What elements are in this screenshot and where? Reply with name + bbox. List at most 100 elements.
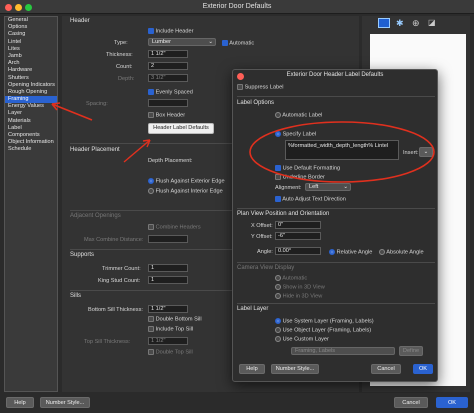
sidebar-item-jamb[interactable]: Jamb	[5, 53, 57, 60]
top-sill-label: Top Sill Thickness:	[84, 339, 131, 345]
sidebar-item-lites[interactable]: Lites	[5, 46, 57, 53]
dialog-cancel-button[interactable]: Cancel	[371, 364, 401, 374]
automatic-checkbox[interactable]: Automatic	[222, 40, 254, 46]
divider	[237, 208, 435, 209]
evenly-spaced-checkbox[interactable]: Evenly Spaced	[148, 89, 193, 95]
number-style-button[interactable]: Number Style...	[40, 397, 90, 408]
top-sill-field[interactable]: 1 1/2"	[148, 337, 188, 345]
camera-show-radio[interactable]: Show in 3D View	[275, 284, 325, 290]
sidebar-item-energy-values[interactable]: Energy Values	[5, 103, 57, 110]
footer-bar: Help Number Style... Cancel OK	[0, 393, 474, 413]
dialog-ok-button[interactable]: OK	[413, 364, 433, 374]
header-label-defaults-dialog: Exterior Door Header Label Defaults Supp…	[232, 69, 438, 382]
count-field[interactable]: 2	[148, 62, 188, 70]
define-layer-button[interactable]: Define	[399, 346, 423, 356]
sidebar-item-lintel[interactable]: Lintel	[5, 39, 57, 46]
use-system-layer-radio[interactable]: Use System Layer (Framing, Labels)	[275, 318, 374, 324]
double-bottom-sill-checkbox[interactable]: Double Bottom Sill	[148, 316, 202, 322]
insert-macro-button[interactable]: ⌄	[419, 147, 433, 157]
specify-label-radio[interactable]: Specify Label	[275, 131, 316, 137]
x-offset-field[interactable]: 0"	[275, 221, 321, 229]
bottom-sill-field[interactable]: 1 1/2"	[148, 305, 188, 313]
sidebar-item-rough-opening[interactable]: Rough Opening	[5, 89, 57, 96]
king-stud-label: King Stud Count:	[98, 278, 141, 284]
use-object-layer-radio[interactable]: Use Object Layer (Framing, Labels)	[275, 327, 371, 333]
double-top-sill-checkbox[interactable]: Double Top Sill	[148, 349, 193, 355]
view-plan-icon[interactable]	[378, 18, 390, 28]
layer-select[interactable]: Framing, Labels	[291, 347, 395, 355]
sidebar-item-materials[interactable]: Materials	[5, 118, 57, 125]
adjacent-openings-title: Adjacent Openings	[70, 213, 121, 219]
flush-interior-radio[interactable]: Flush Against Interior Edge	[148, 188, 223, 194]
use-default-formatting-checkbox[interactable]: Use Default Formatting	[275, 165, 340, 171]
sidebar-item-shutters[interactable]: Shutters	[5, 75, 57, 82]
sidebar-item-schedule[interactable]: Schedule	[5, 146, 57, 153]
depth-field[interactable]: 3 1/2"	[148, 74, 188, 82]
flush-exterior-radio[interactable]: Flush Against Exterior Edge	[148, 178, 225, 184]
ok-button[interactable]: OK	[436, 397, 468, 408]
header-label-defaults-button[interactable]: Header Label Defaults	[148, 123, 214, 134]
sidebar-item-opening-indicators[interactable]: Opening Indicators	[5, 82, 57, 89]
sills-title: Sills	[70, 293, 82, 299]
plan-view-title: Plan View Position and Orientation	[237, 211, 330, 217]
max-combine-field[interactable]	[148, 235, 188, 243]
king-stud-field[interactable]: 1	[148, 276, 188, 284]
y-offset-label: Y Offset:	[251, 234, 273, 240]
spacing-field[interactable]	[148, 99, 188, 107]
view-fit-icon[interactable]: ⊕	[412, 18, 422, 28]
label-options-title: Label Options	[237, 100, 275, 106]
max-combine-label: Max Combine Distance:	[84, 237, 144, 243]
box-header-checkbox[interactable]: Box Header	[148, 112, 185, 118]
angle-field[interactable]: 0.00°	[275, 247, 321, 255]
camera-automatic-radio[interactable]: Automatic	[275, 275, 307, 281]
insert-label: Insert:	[403, 150, 419, 156]
trimmer-count-field[interactable]: 1	[148, 264, 188, 272]
dialog-number-style-button[interactable]: Number Style...	[271, 364, 319, 374]
automatic-label-radio[interactable]: Automatic Label	[275, 112, 322, 118]
depth-label: Depth:	[118, 76, 135, 82]
divider	[237, 96, 435, 97]
header-placement-title: Header Placement	[70, 147, 120, 153]
trimmer-count-label: Trimmer Count:	[102, 266, 141, 272]
thickness-field[interactable]: 1 1/2"	[148, 50, 188, 58]
sidebar-item-object-information[interactable]: Object Information	[5, 139, 57, 146]
spacing-label: Spacing:	[86, 101, 108, 107]
depth-placement-label: Depth Placement:	[148, 158, 193, 164]
angle-label: Angle:	[257, 249, 273, 255]
sidebar-item-hardware[interactable]: Hardware	[5, 67, 57, 74]
view-3d-icon[interactable]: ✱	[396, 18, 406, 28]
category-sidebar: General Options Casing Lintel Lites Jamb Arch H…	[4, 16, 58, 392]
sidebar-item-components[interactable]: Components	[5, 132, 57, 139]
auto-adjust-checkbox[interactable]: Auto Adjust Text Direction	[275, 196, 346, 202]
suppress-label-checkbox[interactable]: Suppress Label	[237, 84, 283, 90]
supports-title: Supports	[70, 252, 95, 258]
sidebar-item-options[interactable]: Options	[5, 24, 57, 31]
sidebar-item-casing[interactable]: Casing	[5, 31, 57, 38]
alignment-label: Alignment:	[275, 185, 302, 191]
window-titlebar: Exterior Door Defaults	[0, 0, 474, 14]
underline-border-checkbox[interactable]: Underline Border	[275, 174, 325, 180]
alignment-select[interactable]: Left ⌄	[305, 183, 351, 191]
label-text-area[interactable]: %formatted_width_depth_length% Lintel	[285, 140, 399, 160]
camera-hide-radio[interactable]: Hide in 3D View	[275, 293, 322, 299]
include-header-checkbox[interactable]: Include Header	[148, 28, 194, 34]
view-options-icon[interactable]: ◪	[428, 18, 438, 28]
sidebar-item-framing[interactable]: Framing	[5, 96, 57, 104]
relative-angle-radio[interactable]: Relative Angle	[329, 249, 372, 255]
y-offset-field[interactable]: -6"	[275, 232, 321, 240]
absolute-angle-radio[interactable]: Absolute Angle	[379, 249, 424, 255]
use-custom-layer-radio[interactable]: Use Custom Layer	[275, 336, 329, 342]
sidebar-item-label[interactable]: Label	[5, 125, 57, 132]
bottom-sill-label: Bottom Sill Thickness:	[88, 307, 143, 313]
include-top-sill-checkbox[interactable]: Include Top Sill	[148, 326, 193, 332]
combine-headers-checkbox[interactable]: Combine Headers	[148, 224, 201, 230]
sidebar-item-layer[interactable]: Layer	[5, 110, 57, 117]
count-label: Count:	[116, 64, 133, 70]
sidebar-item-general[interactable]: General	[5, 17, 57, 24]
help-button[interactable]: Help	[6, 397, 34, 408]
divider	[237, 262, 435, 263]
cancel-button[interactable]: Cancel	[394, 397, 428, 408]
dialog-help-button[interactable]: Help	[239, 364, 265, 374]
type-select[interactable]: Lumber ⌄	[148, 38, 216, 46]
sidebar-item-arch[interactable]: Arch	[5, 60, 57, 67]
